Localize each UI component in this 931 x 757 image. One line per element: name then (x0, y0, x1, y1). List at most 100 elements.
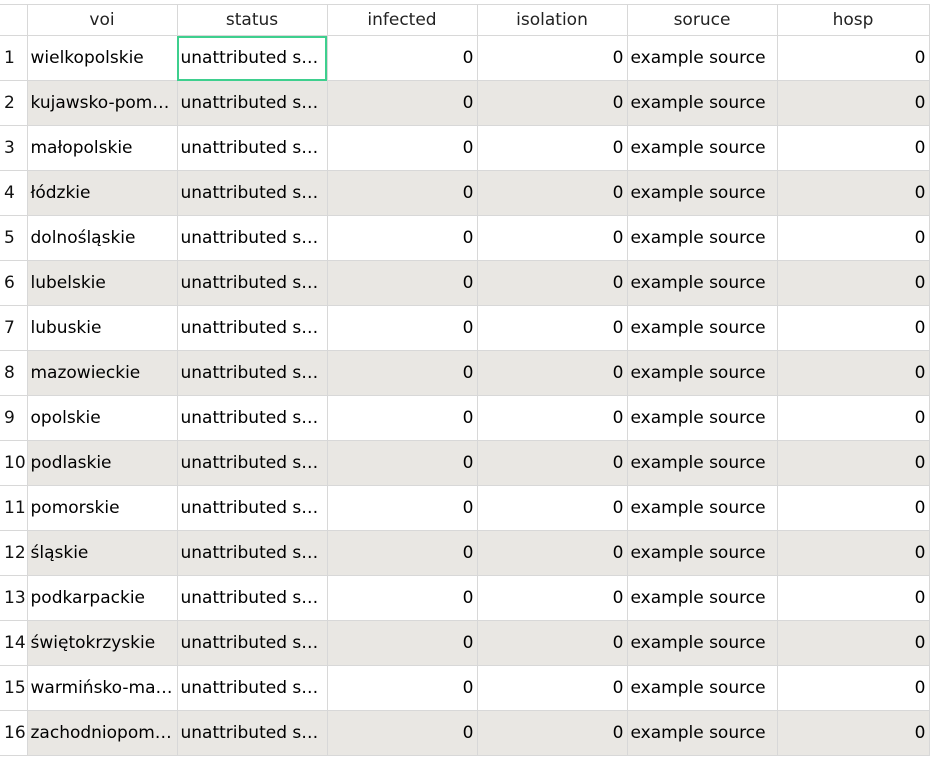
cell-status[interactable]: unattributed sta… (177, 665, 328, 711)
row-header[interactable]: 15 (0, 665, 28, 711)
table-row[interactable]: 3 małopolskie unattributed sta… 0 0 example s… (0, 125, 930, 171)
cell-status[interactable]: unattributed sta… (177, 620, 328, 666)
cell-isolation[interactable]: 0 (477, 170, 628, 216)
cell-voi[interactable]: pomorskie (27, 485, 178, 531)
cell-hosp[interactable]: 0 (777, 620, 930, 666)
cell-hosp[interactable]: 0 (777, 125, 930, 171)
table-row[interactable]: 16 zachodniopom… unattributed sta… 0 0 exampl… (0, 710, 930, 756)
cell-infected[interactable]: 0 (327, 395, 478, 441)
cell-isolation[interactable]: 0 (477, 530, 628, 576)
cell-soruce[interactable]: example source (627, 215, 778, 261)
cell-hosp[interactable]: 0 (777, 485, 930, 531)
cell-infected[interactable]: 0 (327, 710, 478, 756)
table-row[interactable]: 13 podkarpackie unattributed sta… 0 0 example… (0, 575, 930, 621)
row-header[interactable]: 4 (0, 170, 28, 216)
row-header[interactable]: 10 (0, 440, 28, 486)
cell-soruce[interactable]: example source (627, 440, 778, 486)
row-header[interactable]: 2 (0, 80, 28, 126)
cell-infected[interactable]: 0 (327, 440, 478, 486)
table-row[interactable]: 10 podlaskie unattributed sta… 0 0 example so… (0, 440, 930, 486)
cell-isolation[interactable]: 0 (477, 305, 628, 351)
cell-voi[interactable]: podlaskie (27, 440, 178, 486)
cell-hosp[interactable]: 0 (777, 260, 930, 306)
cell-hosp[interactable]: 0 (777, 305, 930, 351)
cell-soruce[interactable]: example source (627, 80, 778, 126)
column-header-voi[interactable]: voi (27, 4, 178, 36)
cell-soruce[interactable]: example source (627, 305, 778, 351)
cell-infected[interactable]: 0 (327, 530, 478, 576)
cell-hosp[interactable]: 0 (777, 530, 930, 576)
cell-isolation[interactable]: 0 (477, 440, 628, 486)
cell-status[interactable]: unattributed sta… (177, 530, 328, 576)
cell-hosp[interactable]: 0 (777, 215, 930, 261)
column-header-infected[interactable]: infected (327, 4, 478, 36)
cell-infected[interactable]: 0 (327, 125, 478, 171)
cell-infected[interactable]: 0 (327, 350, 478, 396)
cell-soruce[interactable]: example source (627, 35, 778, 81)
cell-hosp[interactable]: 0 (777, 35, 930, 81)
cell-soruce[interactable]: example source (627, 575, 778, 621)
cell-status[interactable]: unattributed sta… (177, 125, 328, 171)
table-row[interactable]: 6 lubelskie unattributed sta… 0 0 example sou… (0, 260, 930, 306)
cell-voi[interactable]: śląskie (27, 530, 178, 576)
cell-isolation[interactable]: 0 (477, 260, 628, 306)
cell-infected[interactable]: 0 (327, 215, 478, 261)
table-row[interactable]: 4 łódzkie unattributed sta… 0 0 example sourc… (0, 170, 930, 216)
cell-status[interactable]: unattributed sta… (177, 215, 328, 261)
cell-isolation[interactable]: 0 (477, 125, 628, 171)
cell-status[interactable]: unattributed sta… (177, 260, 328, 306)
cell-isolation[interactable]: 0 (477, 395, 628, 441)
row-header[interactable]: 6 (0, 260, 28, 306)
cell-status[interactable]: unattributed sta… (177, 35, 328, 81)
row-header[interactable]: 13 (0, 575, 28, 621)
cell-voi[interactable]: małopolskie (27, 125, 178, 171)
row-header[interactable]: 11 (0, 485, 28, 531)
cell-status[interactable]: unattributed sta… (177, 575, 328, 621)
cell-hosp[interactable]: 0 (777, 440, 930, 486)
cell-status[interactable]: unattributed sta… (177, 485, 328, 531)
cell-infected[interactable]: 0 (327, 80, 478, 126)
cell-infected[interactable]: 0 (327, 485, 478, 531)
cell-isolation[interactable]: 0 (477, 215, 628, 261)
cell-status[interactable]: unattributed sta… (177, 395, 328, 441)
cell-infected[interactable]: 0 (327, 665, 478, 711)
row-header[interactable]: 12 (0, 530, 28, 576)
cell-voi[interactable]: warmińsko-maz… (27, 665, 178, 711)
cell-isolation[interactable]: 0 (477, 620, 628, 666)
table-row[interactable]: 5 dolnośląskie unattributed sta… 0 0 example … (0, 215, 930, 261)
column-header-soruce[interactable]: soruce (627, 4, 778, 36)
cell-voi[interactable]: opolskie (27, 395, 178, 441)
table-row[interactable]: 7 lubuskie unattributed sta… 0 0 example sour… (0, 305, 930, 351)
cell-status[interactable]: unattributed sta… (177, 305, 328, 351)
cell-status[interactable]: unattributed sta… (177, 440, 328, 486)
cell-soruce[interactable]: example source (627, 260, 778, 306)
row-header[interactable]: 1 (0, 35, 28, 81)
cell-isolation[interactable]: 0 (477, 665, 628, 711)
cell-soruce[interactable]: example source (627, 395, 778, 441)
cell-voi[interactable]: lubelskie (27, 260, 178, 306)
cell-voi[interactable]: podkarpackie (27, 575, 178, 621)
cell-soruce[interactable]: example source (627, 485, 778, 531)
row-header[interactable]: 8 (0, 350, 28, 396)
table-row[interactable]: 8 mazowieckie unattributed sta… 0 0 example s… (0, 350, 930, 396)
cell-status[interactable]: unattributed sta… (177, 350, 328, 396)
table-row[interactable]: 14 świętokrzyskie unattributed sta… 0 0 examp… (0, 620, 930, 666)
table-row[interactable]: 1 wielkopolskie unattributed sta… 0 0 example… (0, 35, 930, 81)
cell-voi[interactable]: lubuskie (27, 305, 178, 351)
cell-voi[interactable]: wielkopolskie (27, 35, 178, 81)
cell-infected[interactable]: 0 (327, 170, 478, 216)
corner-header[interactable] (0, 4, 28, 36)
row-header[interactable]: 5 (0, 215, 28, 261)
cell-voi[interactable]: łódzkie (27, 170, 178, 216)
cell-isolation[interactable]: 0 (477, 80, 628, 126)
cell-soruce[interactable]: example source (627, 620, 778, 666)
cell-hosp[interactable]: 0 (777, 395, 930, 441)
cell-soruce[interactable]: example source (627, 710, 778, 756)
cell-hosp[interactable]: 0 (777, 80, 930, 126)
cell-hosp[interactable]: 0 (777, 350, 930, 396)
cell-isolation[interactable]: 0 (477, 350, 628, 396)
cell-hosp[interactable]: 0 (777, 665, 930, 711)
cell-voi[interactable]: kujawsko-pomo… (27, 80, 178, 126)
row-header[interactable]: 9 (0, 395, 28, 441)
cell-soruce[interactable]: example source (627, 350, 778, 396)
